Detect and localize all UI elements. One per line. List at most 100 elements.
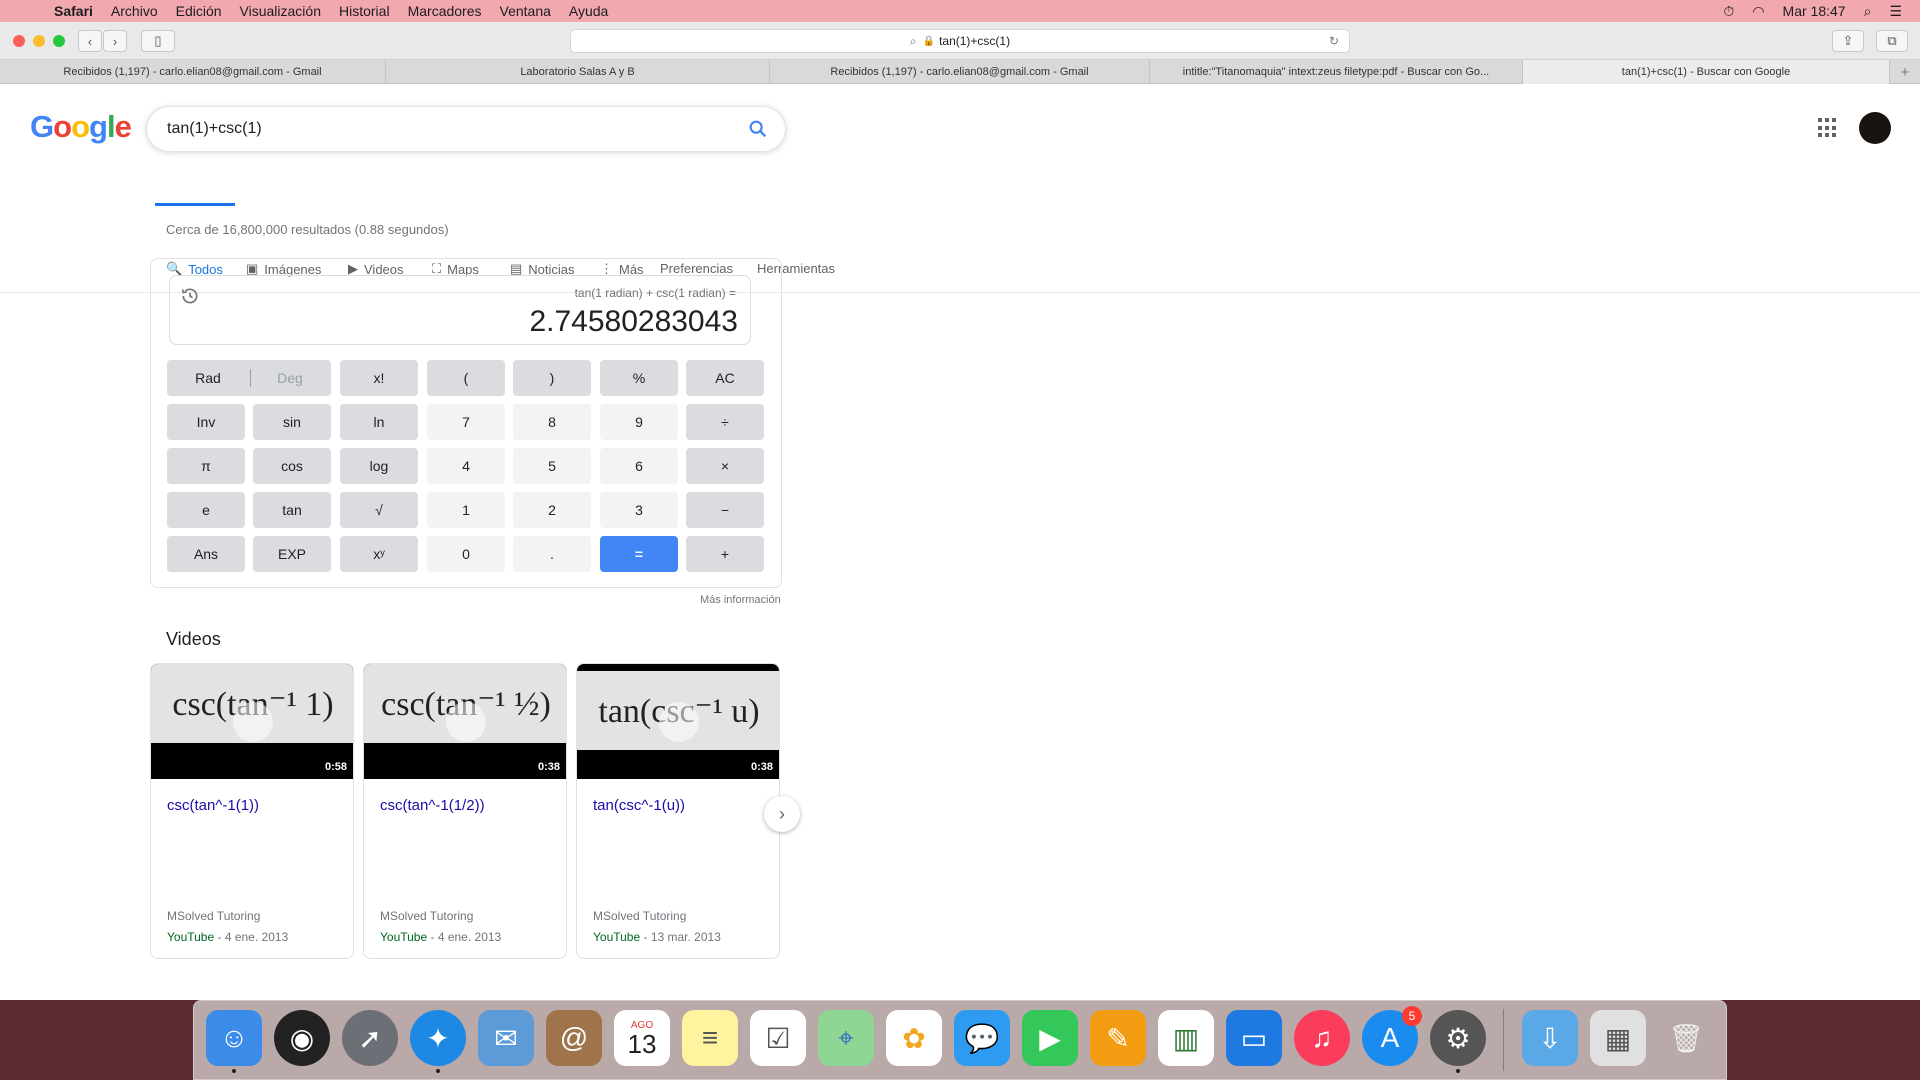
digit-5-key[interactable]: 5 (513, 448, 591, 484)
search-icon[interactable] (747, 118, 769, 140)
digit-0-key[interactable]: 0 (427, 536, 505, 572)
cos-key[interactable]: cos (253, 448, 331, 484)
pi-key[interactable]: π (167, 448, 245, 484)
system-preferences-icon[interactable]: ⚙ (1430, 1010, 1486, 1073)
share-button[interactable]: ⇪ (1832, 30, 1864, 52)
divide-key[interactable]: ÷ (686, 404, 764, 440)
menu-historial[interactable]: Historial (339, 3, 390, 19)
ln-key[interactable]: ln (340, 404, 418, 440)
digit-3-key[interactable]: 3 (600, 492, 678, 528)
sqrt-key[interactable]: √ (340, 492, 418, 528)
rad-deg-toggle[interactable]: Rad Deg (167, 360, 331, 396)
timer-status-icon[interactable]: ⏱ (1723, 3, 1734, 20)
video-thumbnail[interactable]: tan(csc⁻¹ u) 0:38 (577, 664, 779, 779)
equals-key[interactable]: = (600, 536, 678, 572)
minus-key[interactable]: − (686, 492, 764, 528)
launchpad-icon[interactable]: ➚ (342, 1010, 398, 1066)
video-card[interactable]: csc(tan⁻¹ 1) 0:58 csc(tan^-1(1)) MSolved… (150, 663, 354, 959)
sin-key[interactable]: sin (253, 404, 331, 440)
reload-icon[interactable]: ↻ (1329, 34, 1339, 48)
more-info-link[interactable]: Más información (700, 594, 781, 606)
mail-icon[interactable]: ✉ (478, 1010, 534, 1066)
tab-gmail-1[interactable]: Recibidos (1,197) - carlo.elian08@gmail.… (0, 60, 386, 84)
digit-6-key[interactable]: 6 (600, 448, 678, 484)
menu-archivo[interactable]: Archivo (111, 3, 158, 19)
pages-icon[interactable]: ✎ (1090, 1010, 1146, 1066)
video-thumbnail[interactable]: csc(tan⁻¹ ½) 0:38 (364, 664, 566, 779)
preview-icon[interactable]: ▦ (1590, 1010, 1646, 1066)
forward-button[interactable]: › (103, 30, 127, 52)
video-thumbnail[interactable]: csc(tan⁻¹ 1) 0:58 (151, 664, 353, 779)
menu-ventana[interactable]: Ventana (500, 3, 551, 19)
e-key[interactable]: e (167, 492, 245, 528)
tab-laboratorio[interactable]: Laboratorio Salas A y B (386, 60, 770, 84)
digit-1-key[interactable]: 1 (427, 492, 505, 528)
open-paren-key[interactable]: ( (427, 360, 505, 396)
rad-button[interactable]: Rad (167, 360, 249, 396)
search-box[interactable]: tan(1)+csc(1) (146, 106, 786, 152)
numbers-icon[interactable]: ▥ (1158, 1010, 1214, 1066)
photos-icon[interactable]: ✿ (886, 1010, 942, 1066)
contacts-icon[interactable]: @ (546, 1010, 602, 1066)
google-apps-icon[interactable] (1818, 118, 1838, 138)
avatar[interactable] (1859, 112, 1891, 144)
zoom-window-button[interactable] (53, 35, 65, 47)
notes-icon[interactable]: ≡ (682, 1010, 738, 1066)
multiply-key[interactable]: × (686, 448, 764, 484)
address-bar[interactable]: ⌕ 🔒 tan(1)+csc(1) ↻ (570, 29, 1350, 53)
factorial-key[interactable]: x! (340, 360, 418, 396)
digit-9-key[interactable]: 9 (600, 404, 678, 440)
ans-key[interactable]: Ans (167, 536, 245, 572)
spotlight-search-icon[interactable]: ⌕ (1864, 3, 1872, 20)
menu-edicion[interactable]: Edición (176, 3, 222, 19)
safari-icon[interactable]: ✦ (410, 1010, 466, 1073)
digit-7-key[interactable]: 7 (427, 404, 505, 440)
digit-4-key[interactable]: 4 (427, 448, 505, 484)
messages-icon[interactable]: 💬 (954, 1010, 1010, 1066)
video-title[interactable]: tan(csc^-1(u)) (593, 797, 685, 814)
trash-icon[interactable]: 🗑 (1658, 1010, 1714, 1066)
menu-app-name[interactable]: Safari (54, 3, 93, 19)
video-card[interactable]: tan(csc⁻¹ u) 0:38 tan(csc^-1(u)) MSolved… (576, 663, 780, 959)
keynote-icon[interactable]: ▭ (1226, 1010, 1282, 1066)
downloads-folder-icon[interactable]: ⇩ (1522, 1010, 1578, 1066)
inv-key[interactable]: Inv (167, 404, 245, 440)
tab-overview-button[interactable]: ⧉ (1876, 30, 1908, 52)
google-logo[interactable]: Google (30, 109, 132, 145)
play-icon[interactable] (233, 702, 273, 742)
video-title[interactable]: csc(tan^-1(1/2)) (380, 797, 485, 814)
tab-titanomaquia[interactable]: intitle:"Titanomaquia" intext:zeus filet… (1150, 60, 1523, 84)
all-clear-key[interactable]: AC (686, 360, 764, 396)
back-button[interactable]: ‹ (78, 30, 102, 52)
calendar-icon[interactable]: AGO 13 (614, 1010, 670, 1066)
exp-key[interactable]: EXP (253, 536, 331, 572)
minimize-window-button[interactable] (33, 35, 45, 47)
power-key[interactable]: xʸ (340, 536, 418, 572)
menu-visualizacion[interactable]: Visualización (240, 3, 321, 19)
next-videos-button[interactable]: › (764, 796, 800, 832)
menu-ayuda[interactable]: Ayuda (569, 3, 608, 19)
app-store-icon[interactable]: A5 (1362, 1006, 1422, 1066)
video-title[interactable]: csc(tan^-1(1)) (167, 797, 259, 814)
tan-key[interactable]: tan (253, 492, 331, 528)
history-icon[interactable] (180, 286, 200, 306)
close-paren-key[interactable]: ) (513, 360, 591, 396)
deg-button[interactable]: Deg (249, 360, 331, 396)
maps-icon[interactable]: ⌖ (818, 1010, 874, 1066)
plus-key[interactable]: + (686, 536, 764, 572)
finder-icon[interactable]: ☺ (206, 1010, 262, 1073)
facetime-icon[interactable]: ▶ (1022, 1010, 1078, 1066)
siri-icon[interactable]: ◉ (274, 1010, 330, 1066)
menu-marcadores[interactable]: Marcadores (408, 3, 482, 19)
music-icon[interactable]: ♫ (1294, 1010, 1350, 1066)
menu-clock[interactable]: Mar 18:47 (1783, 3, 1846, 19)
percent-key[interactable]: % (600, 360, 678, 396)
tab-current-search[interactable]: tan(1)+csc(1) - Buscar con Google (1523, 60, 1890, 84)
decimal-key[interactable]: . (513, 536, 591, 572)
tab-gmail-2[interactable]: Recibidos (1,197) - carlo.elian08@gmail.… (770, 60, 1150, 84)
notification-center-icon[interactable]: ☰ (1889, 3, 1902, 20)
sidebar-button[interactable]: ▯ (141, 30, 175, 52)
reminders-icon[interactable]: ☑ (750, 1010, 806, 1066)
new-tab-button[interactable]: + (1890, 60, 1920, 84)
log-key[interactable]: log (340, 448, 418, 484)
